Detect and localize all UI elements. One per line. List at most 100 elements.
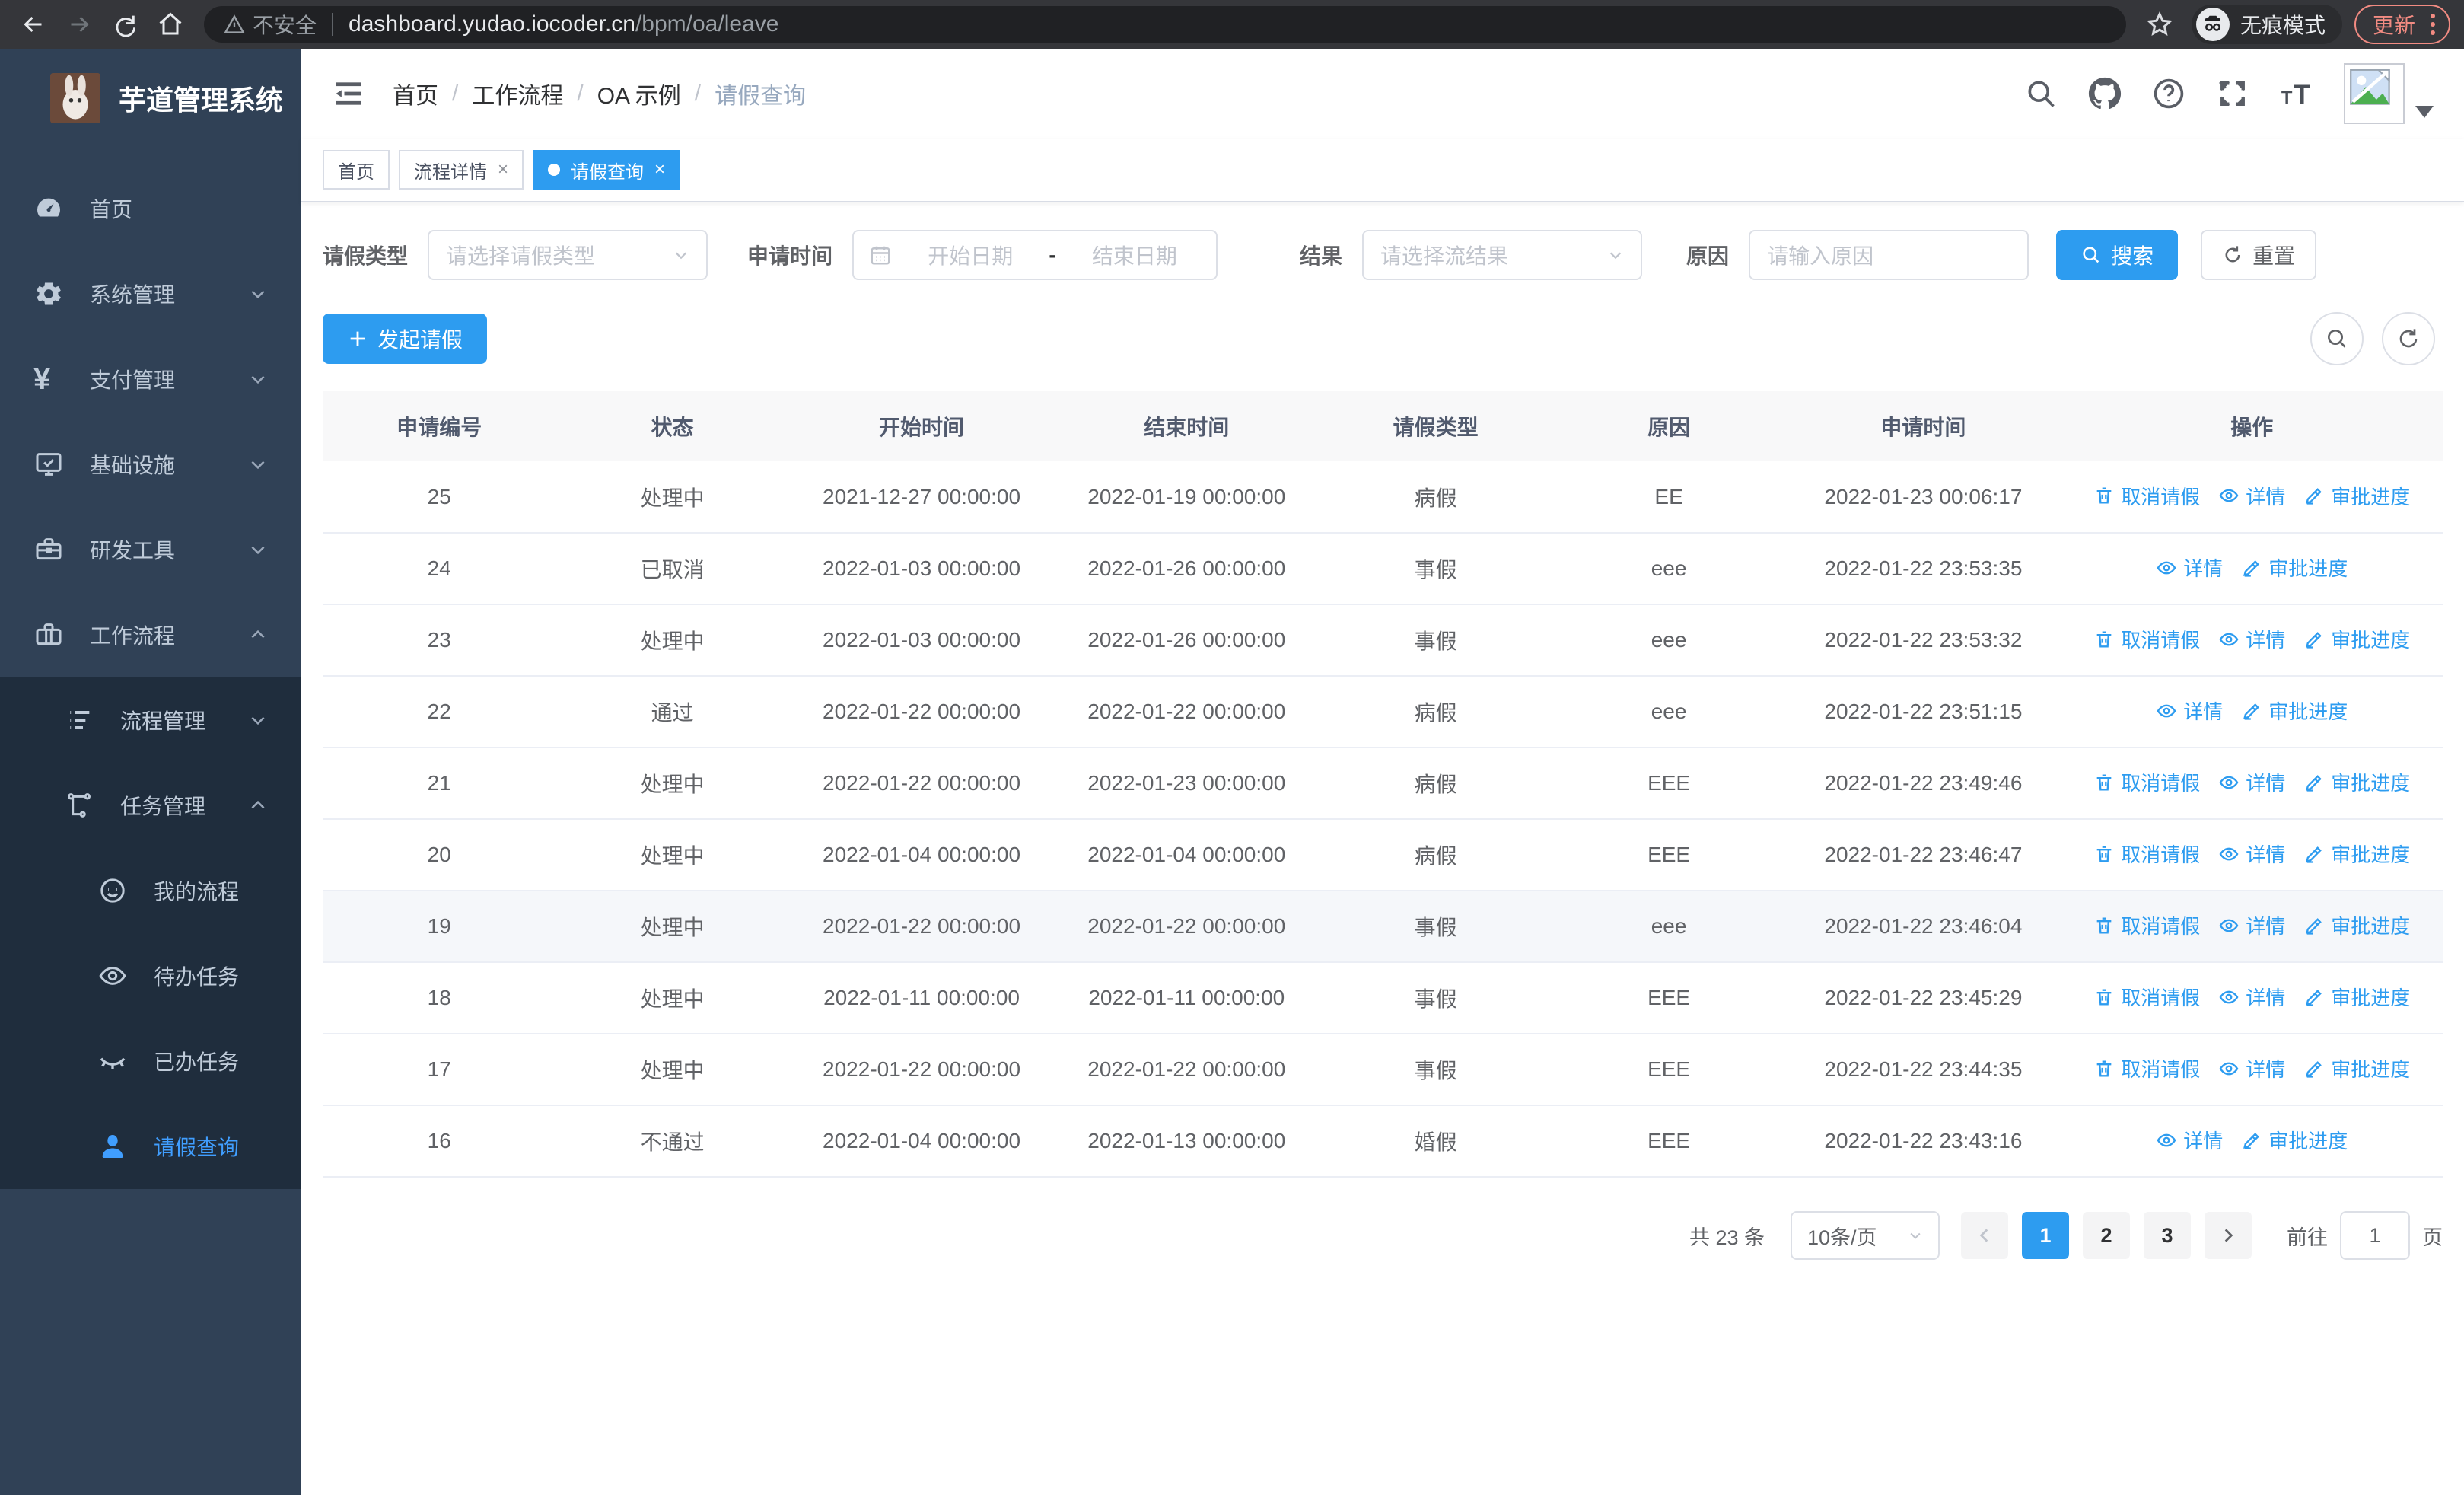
home-button[interactable] bbox=[151, 5, 190, 44]
browser-menu-icon[interactable] bbox=[2431, 14, 2435, 35]
font-size-icon[interactable]: TT bbox=[2280, 77, 2313, 110]
detail-link[interactable]: 详情 bbox=[2156, 1126, 2223, 1154]
detail-link[interactable]: 详情 bbox=[2218, 840, 2285, 868]
search-icon[interactable] bbox=[2024, 77, 2058, 110]
approval-progress-link[interactable]: 审批进度 bbox=[2303, 840, 2410, 868]
chevron-right-icon bbox=[2224, 1229, 2233, 1242]
detail-link[interactable]: 详情 bbox=[2218, 983, 2285, 1011]
sidebar-item-system[interactable]: 系统管理 bbox=[0, 251, 301, 336]
sidebar-item-my-process[interactable]: 我的流程 bbox=[0, 848, 301, 933]
sidebar-item-home[interactable]: 首页 bbox=[0, 166, 301, 251]
approval-progress-link[interactable]: 审批进度 bbox=[2241, 553, 2348, 582]
detail-link[interactable]: 详情 bbox=[2218, 768, 2285, 796]
toggle-search-button[interactable] bbox=[2310, 312, 2364, 365]
approval-progress-link[interactable]: 审批进度 bbox=[2303, 983, 2410, 1011]
approval-progress-link[interactable]: 审批进度 bbox=[2303, 1054, 2410, 1082]
breadcrumb-item[interactable]: OA 示例 bbox=[597, 77, 681, 110]
menu-icon bbox=[97, 1046, 128, 1076]
url-bar[interactable]: 不安全 dashboard.yudao.iocoder.cn/bpm/oa/le… bbox=[204, 6, 2126, 43]
sidebar-item-infra[interactable]: 基础设施 bbox=[0, 422, 301, 507]
chevron-icon bbox=[251, 290, 265, 299]
cancel-leave-link[interactable]: 取消请假 bbox=[2093, 768, 2200, 796]
sidebar-item-workflow[interactable]: 工作流程 bbox=[0, 592, 301, 677]
edit-icon bbox=[2303, 1058, 2325, 1079]
search-icon bbox=[2328, 330, 2346, 348]
forward-icon bbox=[71, 16, 89, 33]
cancel-leave-link[interactable]: 取消请假 bbox=[2093, 625, 2200, 653]
menu-icon bbox=[64, 705, 94, 735]
sidebar-item-process-mgmt[interactable]: 流程管理 bbox=[0, 677, 301, 763]
breadcrumb-item[interactable]: 首页 bbox=[393, 77, 438, 110]
search-button[interactable]: 搜索 bbox=[2056, 230, 2179, 280]
sidebar-item-task-mgmt[interactable]: 任务管理 bbox=[0, 763, 301, 848]
back-button[interactable] bbox=[14, 5, 53, 44]
page-button-3[interactable]: 3 bbox=[2144, 1212, 2191, 1259]
github-icon[interactable] bbox=[2088, 77, 2122, 110]
column-header: 开始时间 bbox=[788, 391, 1055, 461]
detail-link[interactable]: 详情 bbox=[2218, 625, 2285, 653]
approval-progress-link[interactable]: 审批进度 bbox=[2303, 625, 2410, 653]
tab-流程详情[interactable]: 流程详情 × bbox=[399, 150, 524, 190]
star-icon bbox=[2147, 11, 2173, 36]
close-icon[interactable]: × bbox=[498, 161, 508, 179]
chevron-icon bbox=[251, 546, 265, 555]
prev-page-button[interactable] bbox=[1961, 1212, 2008, 1259]
create-leave-button[interactable]: 发起请假 bbox=[323, 314, 488, 364]
browser-update-button[interactable]: 更新 bbox=[2354, 5, 2450, 44]
leave-type-select[interactable]: 请选择请假类型 bbox=[428, 230, 708, 280]
user-avatar-menu[interactable] bbox=[2344, 63, 2434, 124]
bookmark-button[interactable] bbox=[2140, 5, 2179, 44]
sidebar-item-devtools[interactable]: 研发工具 bbox=[0, 507, 301, 592]
table-row: 24 已取消 2022-01-03 00:00:00 2022-01-26 00… bbox=[323, 533, 2443, 605]
cancel-leave-link[interactable]: 取消请假 bbox=[2093, 911, 2200, 939]
detail-link[interactable]: 详情 bbox=[2218, 482, 2285, 510]
approval-progress-link[interactable]: 审批进度 bbox=[2241, 696, 2348, 725]
breadcrumb-item[interactable]: 工作流程 bbox=[472, 77, 563, 110]
sidebar-item-payment[interactable]: ¥ 支付管理 bbox=[0, 336, 301, 422]
next-page-button[interactable] bbox=[2205, 1212, 2252, 1259]
cancel-leave-link[interactable]: 取消请假 bbox=[2093, 840, 2200, 868]
detail-link[interactable]: 详情 bbox=[2156, 696, 2223, 725]
page-size-select[interactable]: 10条/页 bbox=[1791, 1211, 1940, 1260]
tab-首页[interactable]: 首页 × bbox=[323, 150, 390, 190]
reason-input[interactable]: 请输入原因 bbox=[1749, 230, 2029, 280]
goto-page-input[interactable]: 1 bbox=[2340, 1211, 2410, 1260]
approval-progress-link[interactable]: 审批进度 bbox=[2303, 911, 2410, 939]
detail-link[interactable]: 详情 bbox=[2156, 553, 2223, 582]
range-separator: - bbox=[1049, 243, 1056, 266]
reset-button[interactable]: 重置 bbox=[2201, 230, 2317, 280]
detail-link[interactable]: 详情 bbox=[2218, 911, 2285, 939]
cancel-leave-link[interactable]: 取消请假 bbox=[2093, 482, 2200, 510]
sidebar-item-leave-query[interactable]: 请假查询 bbox=[0, 1104, 301, 1189]
detail-link[interactable]: 详情 bbox=[2218, 1054, 2285, 1082]
cancel-leave-link[interactable]: 取消请假 bbox=[2093, 983, 2200, 1011]
sidebar-item-done-tasks[interactable]: 已办任务 bbox=[0, 1018, 301, 1104]
table-row: 19 处理中 2022-01-22 00:00:00 2022-01-22 00… bbox=[323, 891, 2443, 963]
eye-icon bbox=[2156, 557, 2177, 579]
cancel-leave-link[interactable]: 取消请假 bbox=[2093, 1054, 2200, 1082]
approval-progress-link[interactable]: 审批进度 bbox=[2303, 482, 2410, 510]
apply-time-range-picker[interactable]: 开始日期 - 结束日期 bbox=[852, 230, 1218, 280]
close-icon[interactable]: × bbox=[654, 161, 665, 179]
tab-请假查询[interactable]: 请假查询 × bbox=[533, 150, 681, 190]
refresh-table-button[interactable] bbox=[2382, 312, 2435, 365]
result-select[interactable]: 请选择流结果 bbox=[1362, 230, 1643, 280]
sidebar-item-todo-tasks[interactable]: 待办任务 bbox=[0, 933, 301, 1018]
eye-icon bbox=[2156, 1130, 2177, 1151]
reason-placeholder: 请输入原因 bbox=[1767, 244, 1874, 268]
reload-button[interactable] bbox=[105, 5, 145, 44]
approval-progress-link[interactable]: 审批进度 bbox=[2303, 768, 2410, 796]
start-date-placeholder: 开始日期 bbox=[928, 244, 1014, 268]
collapse-sidebar-icon[interactable] bbox=[332, 77, 365, 110]
edit-icon bbox=[2303, 485, 2325, 506]
trash-icon bbox=[2093, 772, 2115, 793]
page-button-1[interactable]: 1 bbox=[2022, 1212, 2069, 1259]
fullscreen-icon[interactable] bbox=[2216, 77, 2249, 110]
page-button-2[interactable]: 2 bbox=[2083, 1212, 2130, 1259]
incognito-label: 无痕模式 bbox=[2240, 14, 2326, 37]
forward-button[interactable] bbox=[59, 5, 99, 44]
refresh-icon bbox=[2225, 246, 2240, 263]
approval-progress-link[interactable]: 审批进度 bbox=[2241, 1126, 2348, 1154]
app-logo-row[interactable]: 芋道管理系统 bbox=[0, 49, 301, 148]
help-icon[interactable] bbox=[2152, 77, 2185, 110]
